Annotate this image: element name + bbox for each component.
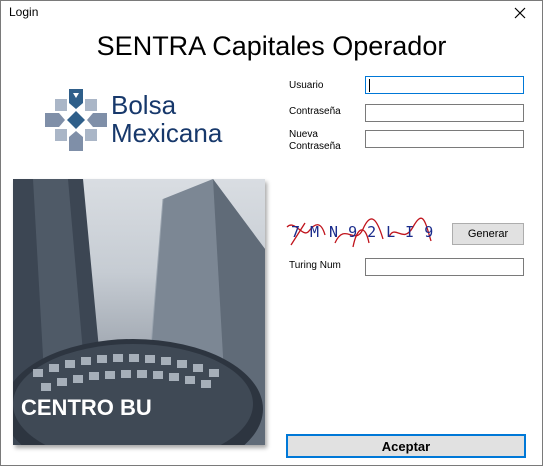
turing-num-label: Turing Num (289, 260, 341, 271)
usuario-label: Usuario (289, 80, 324, 91)
generar-button[interactable]: Generar (452, 223, 524, 245)
bmv-emblem-icon (45, 89, 107, 151)
contrasena-label: Contraseña (289, 106, 341, 117)
photo-sign-text: CENTRO BU (21, 395, 152, 420)
logo-line-1: Bolsa (111, 90, 177, 120)
aceptar-button[interactable]: Aceptar (286, 434, 526, 458)
close-icon (514, 7, 526, 19)
logo-line-2: Mexicana (111, 118, 223, 148)
usuario-input[interactable] (365, 76, 524, 94)
building-illustration: CENTRO BU (13, 179, 265, 445)
stock-exchange-photo: CENTRO BU (13, 179, 265, 445)
captcha-image: 7MN92LI9 (285, 217, 445, 251)
logo-wordmark: Bolsa Mexicana (111, 91, 222, 147)
bolsa-mexicana-logo: Bolsa Mexicana (45, 87, 245, 153)
nueva-contrasena-input[interactable] (365, 130, 524, 148)
close-button[interactable] (502, 1, 538, 25)
window-title: Login (9, 5, 39, 19)
nueva-contrasena-label: Nueva Contraseña (289, 129, 341, 152)
login-window: Login SENTRA Capitales Operador Bolsa Me… (0, 0, 543, 466)
captcha-text: 7MN92LI9 (291, 223, 444, 241)
app-heading: SENTRA Capitales Operador (96, 31, 447, 61)
text-caret (369, 79, 370, 92)
turing-num-input[interactable] (365, 258, 524, 276)
title-bar[interactable]: Login (1, 1, 542, 25)
contrasena-input[interactable] (365, 104, 524, 122)
